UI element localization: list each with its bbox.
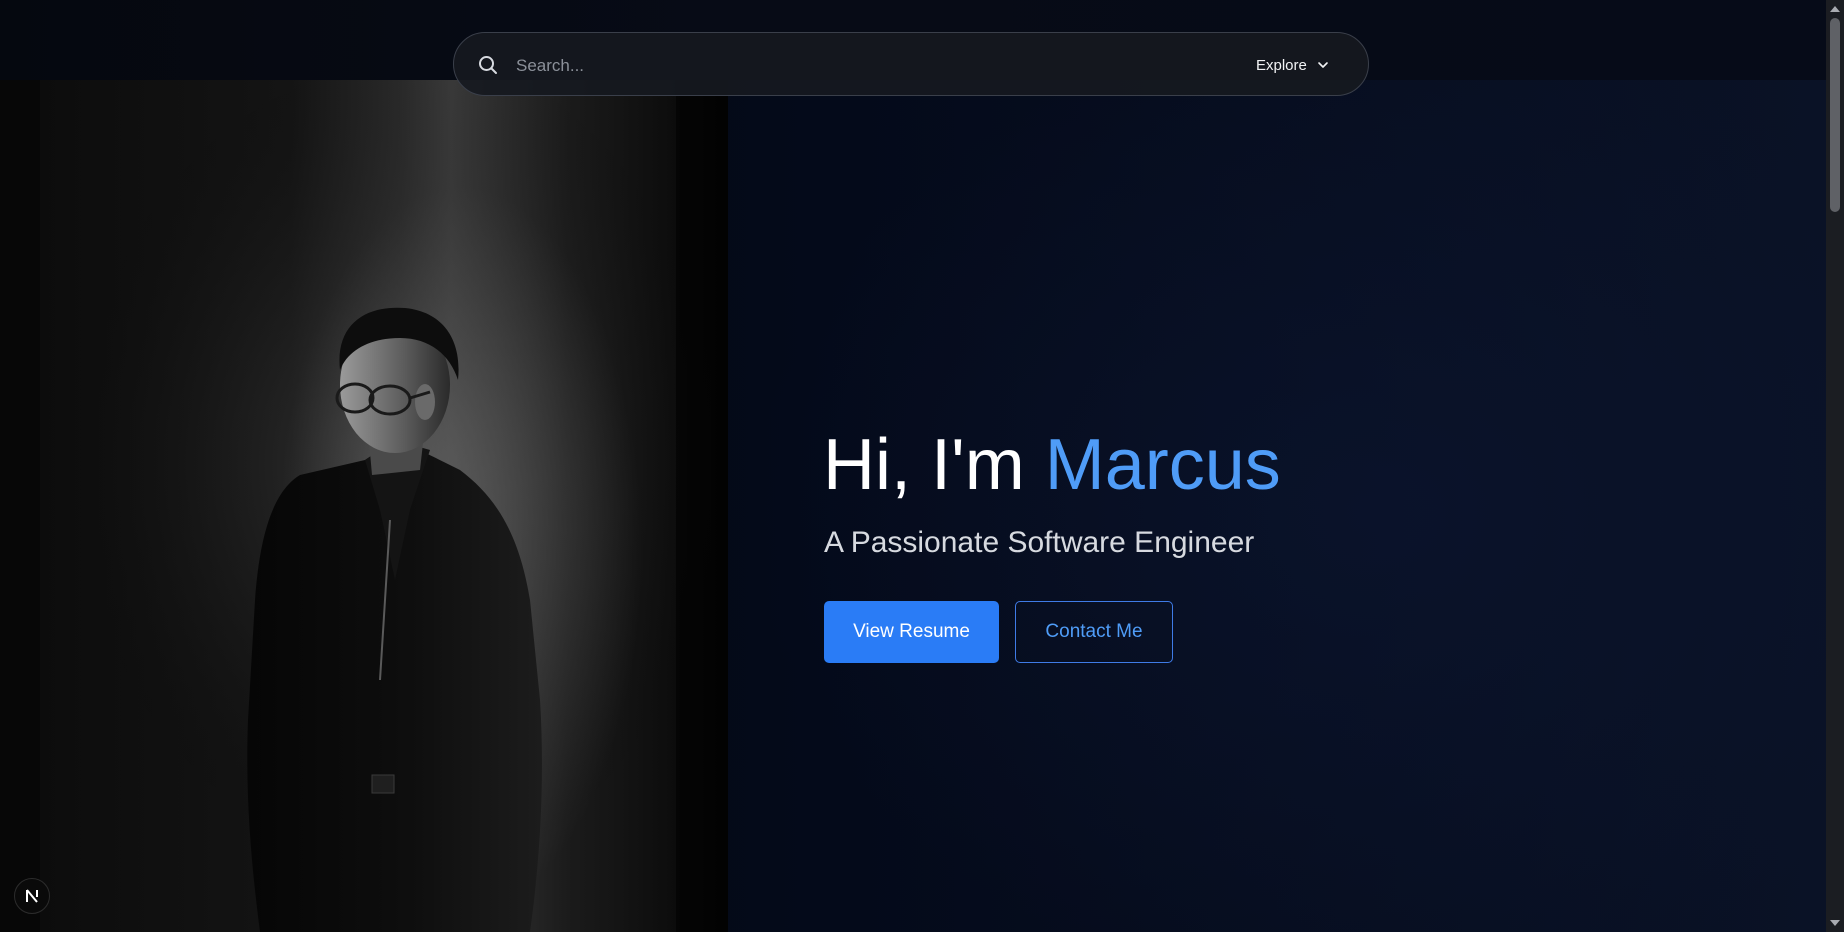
portrait-illustration <box>0 80 728 932</box>
search-icon <box>479 56 497 74</box>
portfolio-page: Explore Hi, I'm Marcus A Passionate Soft… <box>0 0 1844 932</box>
nextjs-badge[interactable] <box>14 878 50 914</box>
hero-greeting: Hi, I'm <box>823 425 1045 505</box>
scrollbar-thumb[interactable] <box>1830 18 1840 212</box>
explore-label: Explore <box>1256 56 1307 74</box>
hero-subtitle: A Passionate Software Engineer <box>824 526 1255 559</box>
chevron-down-icon <box>1318 62 1328 68</box>
explore-dropdown[interactable]: Explore <box>1256 53 1329 77</box>
search-input[interactable] <box>514 47 1218 85</box>
nextjs-logo-icon <box>26 889 38 903</box>
page-scrollbar[interactable] <box>1826 0 1844 932</box>
portrait-photo <box>0 80 728 932</box>
contact-me-button[interactable]: Contact Me <box>1015 601 1173 663</box>
hero-name: Marcus <box>1044 425 1281 505</box>
scroll-down-arrow-icon[interactable] <box>1830 920 1840 926</box>
view-resume-button[interactable]: View Resume <box>824 601 999 663</box>
scroll-up-arrow-icon[interactable] <box>1830 6 1840 12</box>
search-bar: Explore <box>453 32 1369 96</box>
hero-title: Hi, I'm Marcus <box>823 422 1281 508</box>
